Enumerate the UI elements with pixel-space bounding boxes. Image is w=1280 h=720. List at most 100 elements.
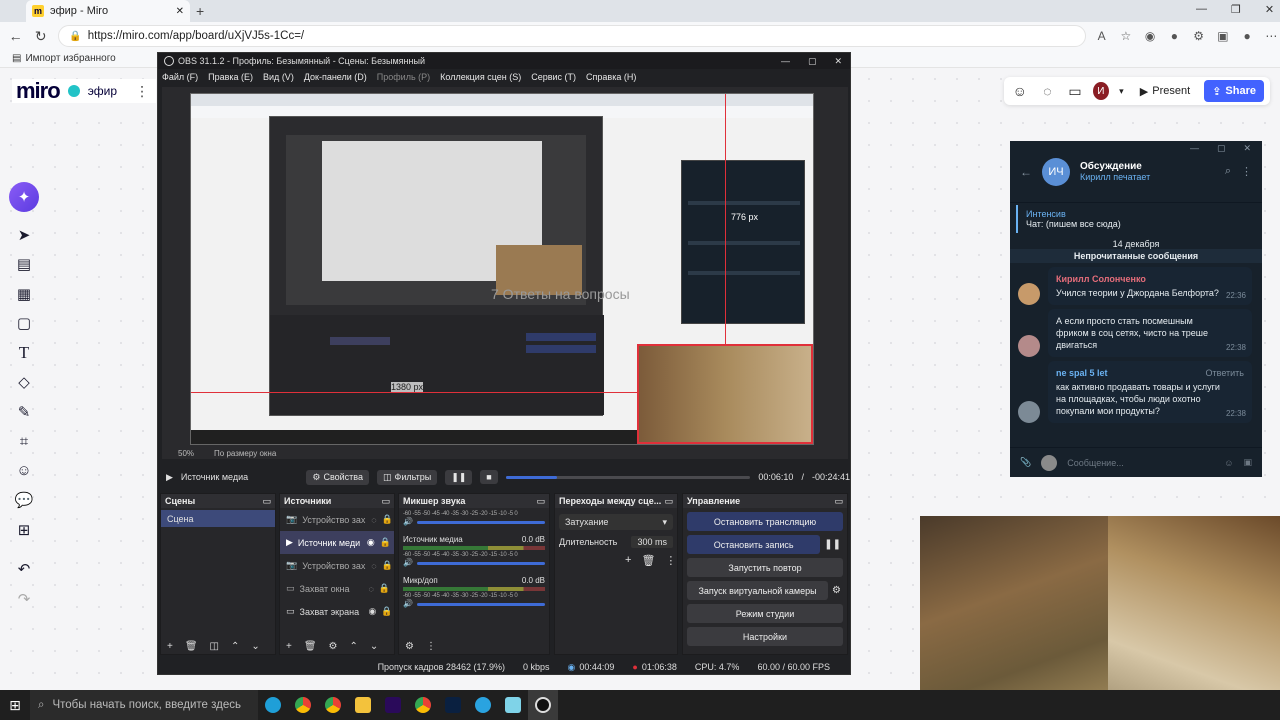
text-icon[interactable]: T xyxy=(8,338,40,368)
zoom-mode[interactable]: По размеру окна xyxy=(214,449,276,463)
chrome-icon[interactable] xyxy=(318,690,348,720)
source-item[interactable]: ▭ Захват окна ◌ 🔒 xyxy=(280,577,394,600)
pause-button[interactable]: ❚❚ xyxy=(445,469,473,485)
menu-file[interactable]: Файл (F) xyxy=(162,72,198,82)
chrome-icon[interactable] xyxy=(408,690,438,720)
menu-view[interactable]: Вид (V) xyxy=(263,72,294,82)
windows-start-icon[interactable]: ⊞ xyxy=(0,690,30,720)
more-icon[interactable]: ⋮ xyxy=(426,641,436,652)
read-aloud-icon[interactable]: A xyxy=(1093,27,1110,45)
redo-icon[interactable]: ↷ xyxy=(8,584,40,614)
replay-buffer-button[interactable]: Запустить повтор xyxy=(687,558,843,577)
back-icon[interactable]: ← xyxy=(1020,165,1032,179)
source-item[interactable]: 📷 Устройство зах ◌ 🔒 xyxy=(280,508,394,531)
search-icon[interactable]: ⌕ xyxy=(1225,165,1231,178)
menu-edit[interactable]: Правка (E) xyxy=(208,72,253,82)
delete-icon[interactable]: 🗑 xyxy=(641,554,655,567)
maximize-icon[interactable]: ▢ xyxy=(808,56,817,67)
filters-button[interactable]: ◫ Фильтры xyxy=(376,469,438,485)
cursor-icon[interactable]: ➤ xyxy=(8,220,40,250)
sticky-note-icon[interactable]: ▢ xyxy=(8,309,40,339)
preview-canvas[interactable]: 7 Ответы на вопросы 1380 px 776 px xyxy=(190,93,814,445)
stop-stream-button[interactable]: Остановить трансляцию xyxy=(687,512,843,531)
collections-icon[interactable]: ▣ xyxy=(1214,27,1231,45)
avatar[interactable]: И xyxy=(1092,82,1109,100)
url-input[interactable]: 🔒 https://miro.com/app/board/uXjVJ5s-1Cc… xyxy=(58,25,1086,47)
game-capture-source[interactable] xyxy=(637,344,813,444)
share-button[interactable]: ⇪ Share xyxy=(1204,80,1264,102)
ai-assistant-icon[interactable]: ✦ xyxy=(9,182,39,212)
properties-button[interactable]: ⚙ Свойства xyxy=(306,469,369,485)
close-icon[interactable]: ✕ xyxy=(834,56,842,67)
reactions-icon[interactable]: ☺ xyxy=(1010,83,1030,99)
explorer-icon[interactable] xyxy=(348,690,378,720)
reply-link[interactable]: Ответить xyxy=(1206,367,1244,381)
duration-input[interactable]: 300 ms xyxy=(631,536,673,548)
volume-slider[interactable] xyxy=(416,521,545,524)
chat-message[interactable]: ne spal 5 let Ответить как активно продав… xyxy=(1018,361,1252,423)
pen-icon[interactable]: ✎ xyxy=(8,397,40,427)
emoji-icon[interactable]: ☺ xyxy=(1224,458,1233,468)
more-menu-icon[interactable]: ⋯ xyxy=(1263,27,1280,45)
back-icon[interactable]: ← xyxy=(6,26,25,46)
chrome-icon[interactable] xyxy=(288,690,318,720)
stop-recording-button[interactable]: Остановить запись xyxy=(687,535,821,554)
delete-icon[interactable]: 🗑 xyxy=(304,641,317,652)
extension-icon[interactable]: ● xyxy=(1166,27,1183,45)
present-button[interactable]: ▶ Present xyxy=(1134,80,1196,102)
bookmark-import[interactable]: ▤ Импорт избранного xyxy=(12,53,116,64)
templates-icon[interactable]: ▤ xyxy=(8,250,40,280)
gear-icon[interactable]: ⚙ xyxy=(832,585,841,596)
menu-profile[interactable]: Профиль (P) xyxy=(377,72,430,82)
volume-slider[interactable] xyxy=(416,562,545,565)
new-tab-icon[interactable]: + xyxy=(196,3,204,19)
close-tab-icon[interactable]: ✕ xyxy=(176,6,184,17)
chevron-down-icon[interactable]: ▾ xyxy=(1117,86,1126,97)
attach-icon[interactable]: 📎 xyxy=(1020,457,1031,468)
volume-slider[interactable] xyxy=(416,603,545,606)
taskbar-search[interactable]: ⌕ Чтобы начать поиск, введите здесь xyxy=(30,690,258,720)
delete-icon[interactable]: 🗑 xyxy=(185,641,198,652)
add-icon[interactable]: + xyxy=(625,554,631,567)
extension-icon[interactable]: ◉ xyxy=(1142,27,1159,45)
menu-help[interactable]: Справка (H) xyxy=(586,72,636,82)
favorite-star-icon[interactable]: ☆ xyxy=(1117,27,1134,45)
photoshop-icon[interactable] xyxy=(438,690,468,720)
board-menu-icon[interactable]: ⋮ xyxy=(135,83,149,100)
profile-icon[interactable]: ● xyxy=(1239,27,1256,45)
scene-item[interactable]: Сцена xyxy=(161,510,275,527)
source-item[interactable]: ▭ Захват экрана ◉ 🔒 xyxy=(280,600,394,623)
plus-icon[interactable]: ⊞ xyxy=(8,515,40,545)
virtual-camera-button[interactable]: Запуск виртуальной камеры xyxy=(687,581,829,600)
maximize-icon[interactable]: ▢ xyxy=(1217,143,1226,154)
pinned-message[interactable]: Интенсив Чат: (пишем все сюда) xyxy=(1016,205,1256,233)
emoji-icon[interactable]: ☺ xyxy=(8,456,40,486)
minimize-icon[interactable]: — xyxy=(1190,143,1199,154)
reload-icon[interactable]: ↻ xyxy=(31,26,50,46)
board-name[interactable]: эфир xyxy=(88,84,117,98)
user-avatar[interactable] xyxy=(1018,335,1040,357)
user-avatar[interactable] xyxy=(1018,283,1040,305)
up-icon[interactable]: ⌃ xyxy=(350,641,358,652)
zoom-level[interactable]: 50% xyxy=(178,449,194,463)
minimize-icon[interactable]: — xyxy=(1196,3,1207,16)
message-input[interactable]: Сообщение... xyxy=(1067,458,1214,468)
play-icon[interactable]: ▶ xyxy=(166,472,173,483)
minimize-icon[interactable]: — xyxy=(781,56,790,67)
miro-logo[interactable]: miro xyxy=(16,78,61,104)
browser-tab[interactable]: m эфир - Miro ✕ xyxy=(26,0,190,22)
transition-select[interactable]: Затухание ▾ xyxy=(559,514,673,530)
settings-button[interactable]: Настройки xyxy=(687,627,843,646)
source-item[interactable]: 📷 Устройство зах ◌ 🔒 xyxy=(280,554,394,577)
filter-icon[interactable]: ◫ xyxy=(210,641,219,652)
chat-icon[interactable]: ◌ xyxy=(1038,83,1058,99)
comment-icon[interactable]: 💬 xyxy=(8,486,40,516)
speaker-icon[interactable]: 🔊 xyxy=(403,558,413,567)
premiere-icon[interactable] xyxy=(378,690,408,720)
user-avatar[interactable] xyxy=(1018,401,1040,423)
speaker-icon[interactable]: 🔊 xyxy=(403,599,413,608)
sticker-icon[interactable]: ▣ xyxy=(1243,457,1252,468)
frame-icon[interactable]: ⌗ xyxy=(8,427,40,457)
extensions-icon[interactable]: ⚙ xyxy=(1190,27,1207,45)
close-icon[interactable]: ✕ xyxy=(1265,3,1274,16)
